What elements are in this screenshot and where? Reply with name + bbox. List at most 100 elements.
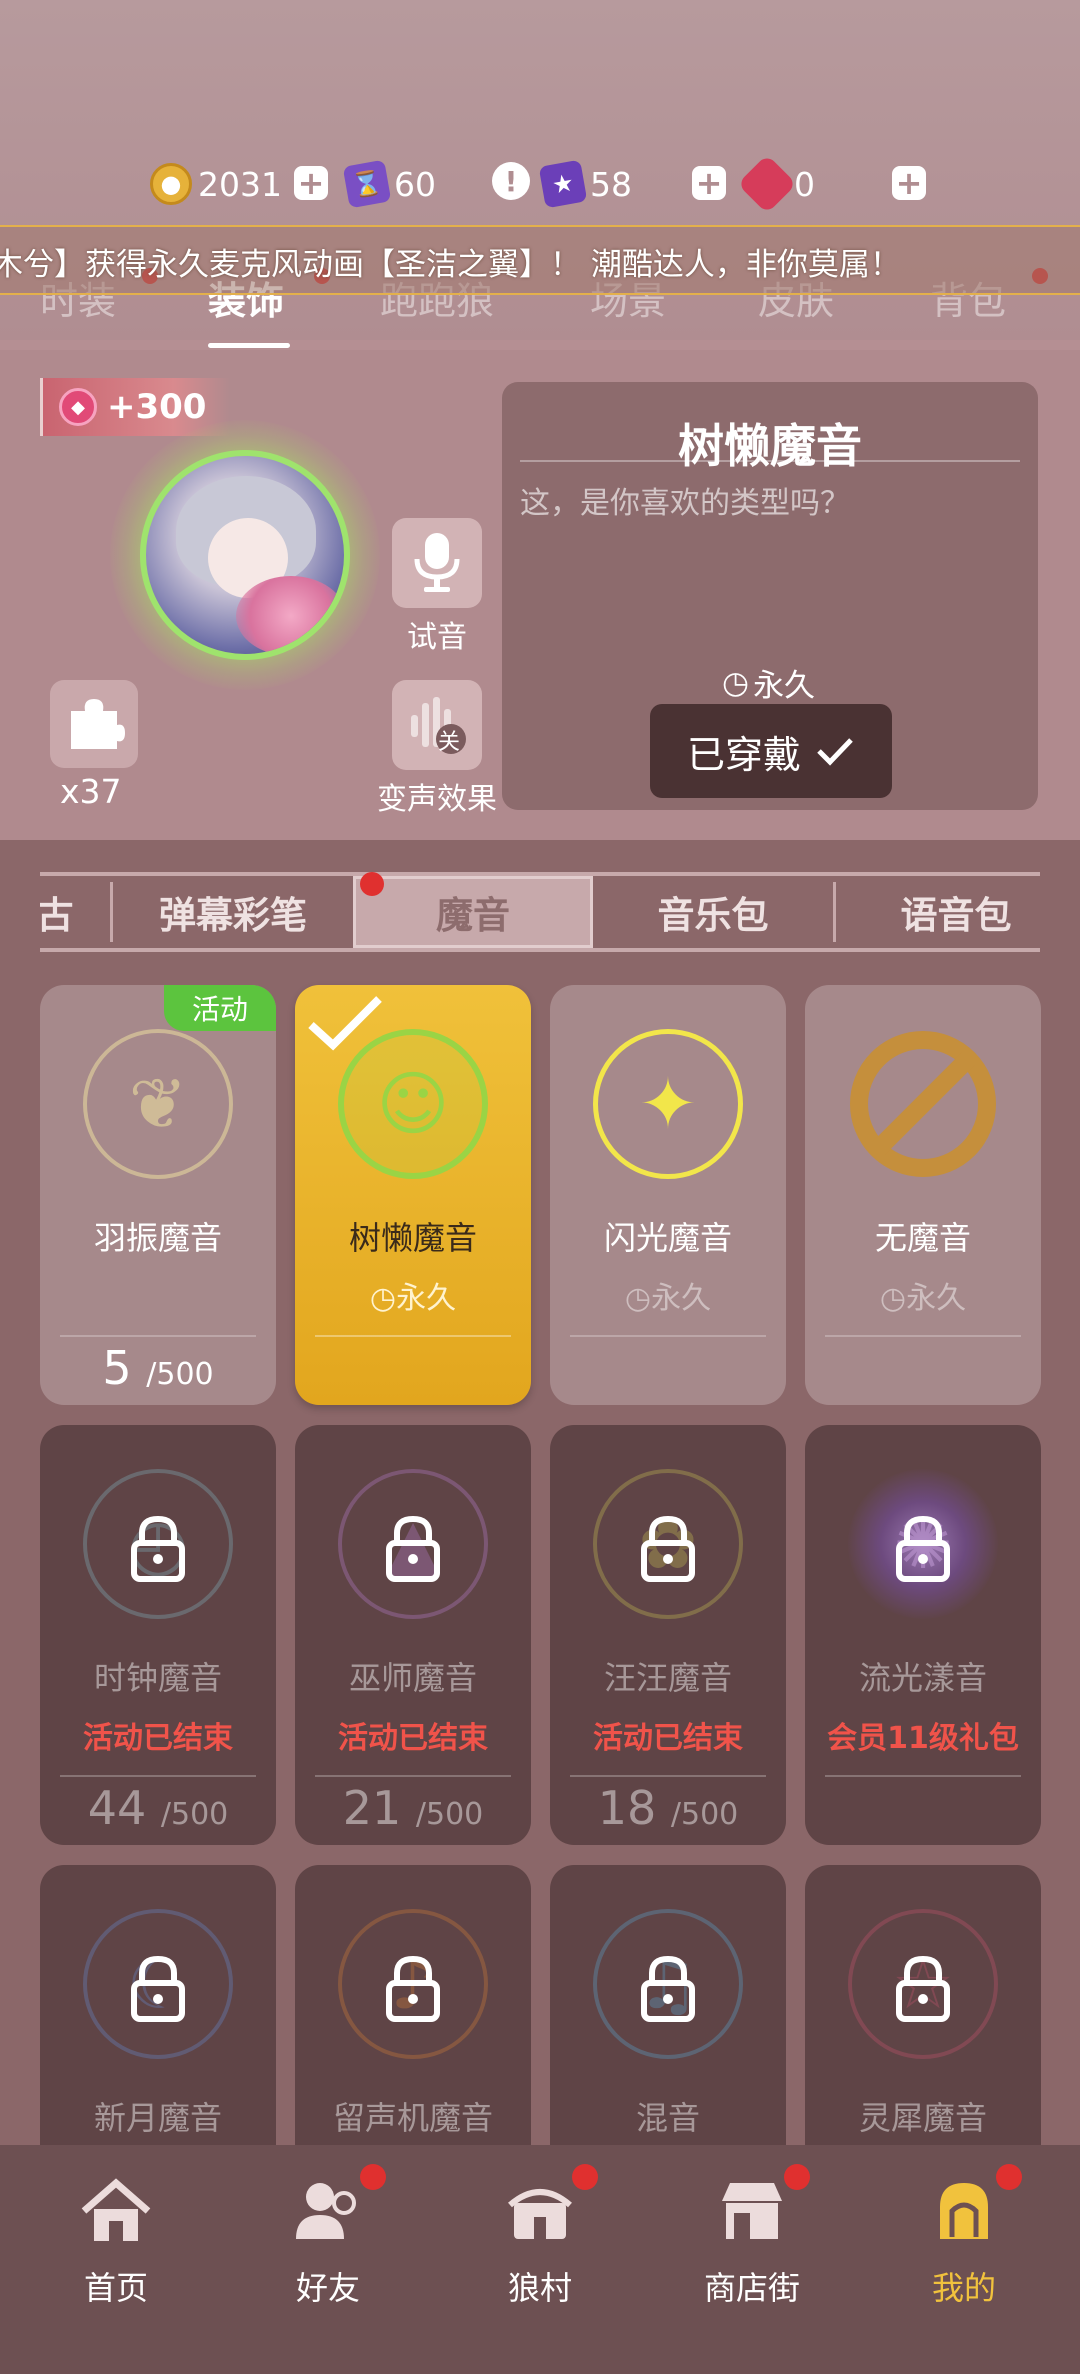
nav-friends[interactable]: 好友	[258, 2173, 398, 2309]
item-status: 会员11级礼包	[827, 1721, 1019, 1756]
clock-icon: ◷	[722, 664, 750, 701]
item-name: 巫师魔音	[348, 1659, 477, 1697]
star-card-value: 58	[590, 164, 632, 204]
item-progress-max: /500	[146, 1357, 214, 1392]
friends-icon	[296, 2183, 356, 2239]
item-name: 树懒魔音	[348, 1219, 477, 1257]
item-name: 时钟魔音	[93, 1659, 222, 1697]
lock-icon	[386, 1955, 440, 2022]
home-icon	[81, 2178, 151, 2241]
item-duration-text: 永久	[651, 1281, 712, 1316]
lock-icon	[131, 1955, 185, 2022]
subtab-danmaku-pen[interactable]: 弹幕彩笔	[113, 876, 353, 948]
gold-coin-counter: ● 2031	[150, 160, 282, 208]
item-card-sloth[interactable]: ☺ 树懒魔音 ◷永久	[295, 985, 531, 1405]
gold-coin-icon: ●	[150, 163, 192, 205]
nav-village-red-dot	[572, 2164, 598, 2190]
item-duration-text: 永久	[396, 1281, 457, 1316]
subtab-magic-voice[interactable]: 魔音	[353, 876, 593, 948]
item-progress: 44 /500	[40, 1781, 276, 1835]
equipped-label: 已穿戴	[686, 732, 801, 777]
card-divider	[570, 1775, 766, 1777]
item-status: 活动已结束	[338, 1721, 488, 1756]
marquee-text: 木兮】获得永久麦克风动画【圣洁之翼】！ 潮酷达人，非你莫属！	[0, 247, 901, 283]
item-progress-max: /500	[670, 1797, 739, 1832]
feather-wing-icon: ❦	[83, 1029, 233, 1179]
item-name: 羽振魔音	[93, 1219, 222, 1257]
nav-shop-red-dot	[784, 2164, 810, 2190]
item-progress-value: 5	[102, 1341, 132, 1395]
voice-effect-label: 变声效果	[377, 782, 497, 817]
card-divider	[60, 1335, 256, 1337]
item-progress: 18 /500	[550, 1781, 786, 1835]
prohibited-icon-shape	[850, 1031, 996, 1177]
nav-profile[interactable]: 我的	[894, 2173, 1034, 2309]
item-progress-value: 21	[342, 1781, 402, 1835]
alert-icon[interactable]: !	[492, 162, 530, 200]
item-card-flash[interactable]: ✦ 闪光魔音 ◷永久	[550, 985, 786, 1405]
item-progress-max: /500	[160, 1797, 229, 1832]
charm-bonus-value: +300	[107, 387, 207, 427]
card-divider	[60, 1775, 256, 1777]
item-description: 这，是你喜欢的类型吗？	[520, 486, 850, 521]
microphone-icon	[414, 533, 460, 592]
item-name: 流光漾音	[858, 1659, 987, 1697]
nav-village[interactable]: 狼村	[470, 2173, 610, 2309]
nav-profile-red-dot	[996, 2164, 1022, 2190]
voice-effect-off-badge: 关	[438, 730, 461, 755]
equipped-button[interactable]: 已穿戴	[650, 704, 892, 798]
nav-home-label: 首页	[83, 2269, 148, 2307]
puzzle-fragment-button[interactable]	[50, 680, 138, 768]
sub-tabs: 古 弹幕彩笔 魔音 音乐包 语音包	[40, 872, 1040, 952]
card-divider	[315, 1335, 511, 1337]
add-gem-button[interactable]: +	[892, 166, 926, 200]
star-card-counter: ★ 58	[538, 159, 632, 209]
item-duration: ◷ 永久	[722, 660, 815, 705]
nav-friends-red-dot	[360, 2164, 386, 2190]
item-card-streamer[interactable]: ✺ 流光漾音 会员11级礼包	[805, 1425, 1041, 1845]
gem-value: 0	[794, 164, 815, 204]
item-duration-text: 永久	[753, 668, 816, 704]
item-duration: ◷永久	[369, 1281, 457, 1316]
item-name: 灵犀魔音	[858, 2099, 987, 2137]
nav-shop[interactable]: 商店街	[682, 2173, 822, 2309]
village-icon	[508, 2189, 572, 2239]
subtab-voice-pack[interactable]: 语音包	[836, 876, 1040, 948]
card-divider	[315, 1775, 511, 1777]
item-status: 活动已结束	[593, 1721, 743, 1756]
item-card-none[interactable]: 无魔音 ◷永久	[805, 985, 1041, 1405]
subtab-music-pack[interactable]: 音乐包	[593, 876, 833, 948]
puzzle-icon	[71, 699, 125, 749]
gold-coin-value: 2031	[198, 164, 282, 204]
audition-button[interactable]	[392, 518, 482, 608]
item-info-card: 树懒魔音 这，是你喜欢的类型吗？ ◷ 永久 已穿戴	[502, 382, 1038, 810]
item-name: 闪光魔音	[603, 1219, 732, 1257]
gem-counter: 0	[737, 154, 815, 214]
lock-icon	[896, 1955, 950, 2022]
shop-icon	[722, 2183, 782, 2239]
subtab-red-dot	[360, 872, 384, 896]
gem-glasses-icon: ◆	[59, 388, 97, 426]
item-card-clock[interactable]: ◴ 时钟魔音 活动已结束 44 /500	[40, 1425, 276, 1845]
nav-shop-label: 商店街	[703, 2269, 800, 2307]
nav-home[interactable]: 首页	[46, 2173, 186, 2309]
hourglass-card-icon: ⌛	[342, 159, 392, 209]
nav-village-label: 狼村	[507, 2269, 572, 2307]
avatar[interactable]	[140, 450, 350, 660]
audition-label: 试音	[407, 620, 467, 655]
voice-effect-button[interactable]: 关	[392, 680, 482, 770]
item-name: 汪汪魔音	[603, 1659, 732, 1697]
add-gold-button[interactable]: +	[294, 166, 328, 200]
ticket-counter: ⌛ 60	[342, 159, 436, 209]
item-card-woof[interactable]: ✿ 汪汪魔音 活动已结束 18 /500	[550, 1425, 786, 1845]
nav-friends-label: 好友	[295, 2269, 360, 2307]
title-divider	[520, 460, 1020, 462]
sloth-face-icon: ☺	[338, 1029, 488, 1179]
avatar-flowers	[236, 576, 344, 654]
add-star-card-button[interactable]: +	[692, 166, 726, 200]
card-divider	[570, 1335, 766, 1337]
item-card-feather[interactable]: 活动 ❦ 羽振魔音 5 /500	[40, 985, 276, 1405]
item-card-wizard[interactable]: ▲ 巫师魔音 活动已结束 21 /500	[295, 1425, 531, 1845]
nav-profile-label: 我的	[931, 2269, 996, 2307]
subtab-partial[interactable]: 古	[40, 876, 110, 948]
